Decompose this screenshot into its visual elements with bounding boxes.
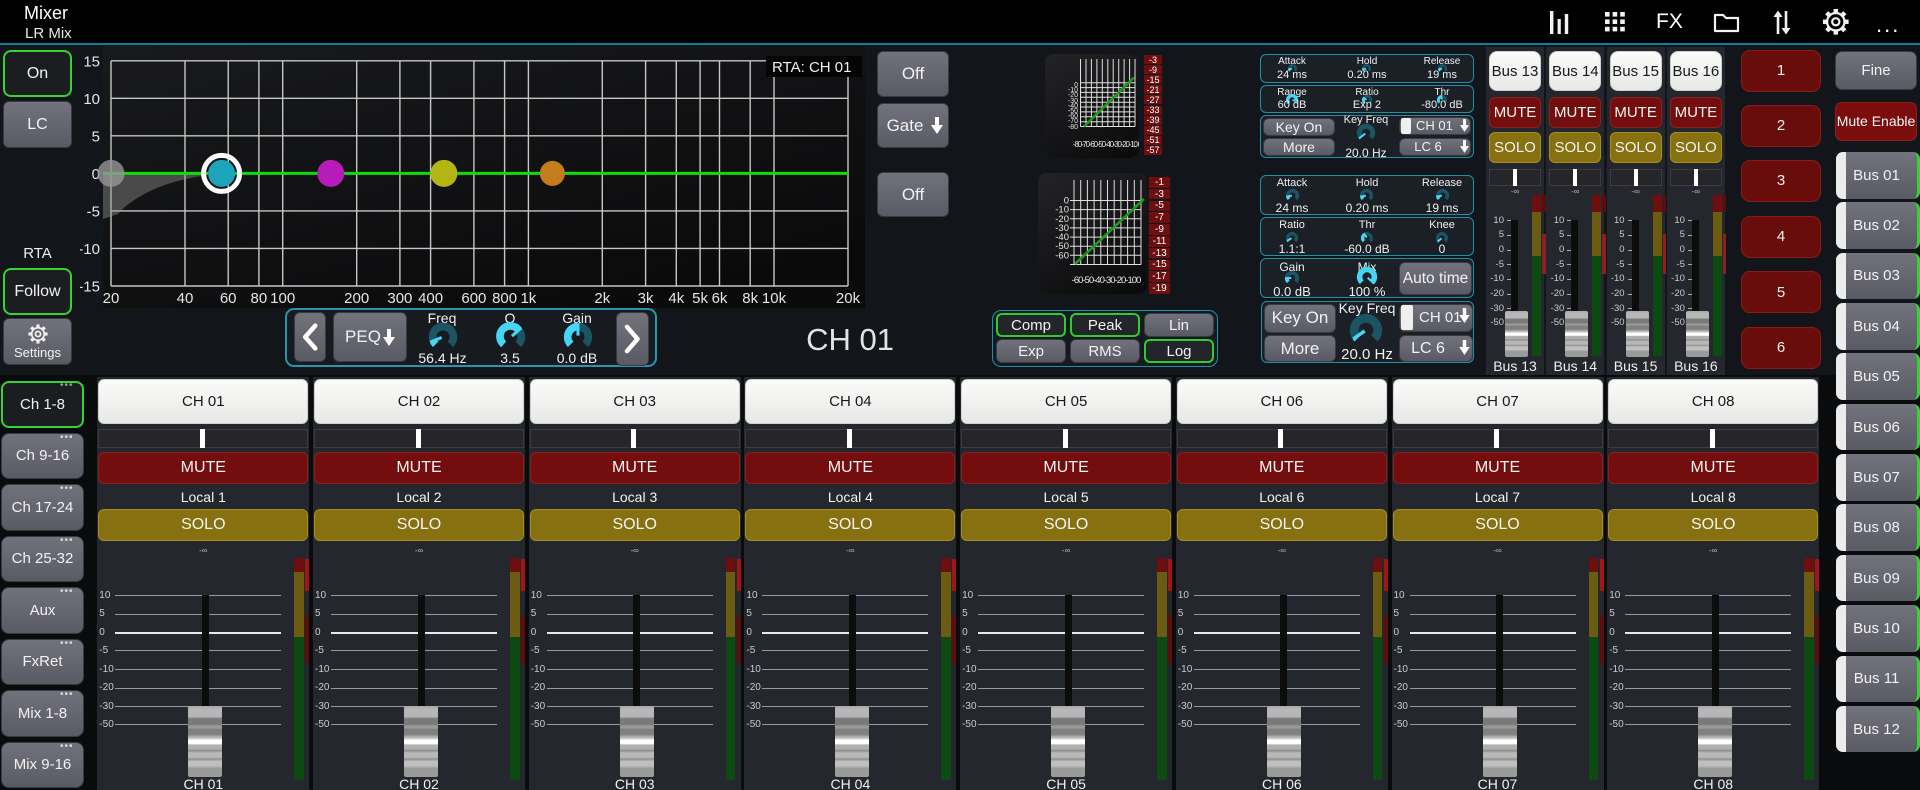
svg-text:300: 300	[387, 290, 412, 307]
svg-text:-60: -60	[1055, 250, 1069, 261]
svg-text:200: 200	[344, 290, 369, 307]
svg-text:20: 20	[103, 290, 120, 307]
svg-text:2k: 2k	[594, 290, 610, 307]
svg-text:10: 10	[83, 91, 100, 108]
svg-text:600: 600	[461, 290, 486, 307]
svg-text:10k: 10k	[762, 290, 787, 307]
svg-text:3k: 3k	[638, 290, 654, 307]
svg-text:-15: -15	[80, 279, 100, 296]
svg-text:-80: -80	[1068, 124, 1078, 131]
svg-text:RTA: CH 01: RTA: CH 01	[772, 59, 851, 76]
svg-text:5k: 5k	[692, 290, 708, 307]
svg-text:-5: -5	[87, 203, 100, 220]
svg-text:-60-50-40-30-20-100: -60-50-40-30-20-100	[1072, 275, 1141, 286]
svg-text:6k: 6k	[712, 290, 728, 307]
svg-text:800: 800	[492, 290, 517, 307]
svg-text:60: 60	[220, 290, 237, 307]
svg-text:40: 40	[177, 290, 194, 307]
svg-text:1k: 1k	[520, 290, 536, 307]
svg-text:400: 400	[418, 290, 443, 307]
svg-text:-80-70-60-50-40-30-20-10 0: -80-70-60-50-40-30-20-10 0	[1073, 140, 1139, 149]
svg-text:20k: 20k	[836, 290, 861, 307]
svg-text:15: 15	[83, 53, 100, 70]
svg-text:100: 100	[270, 290, 295, 307]
svg-text:80: 80	[251, 290, 268, 307]
svg-text:4k: 4k	[668, 290, 684, 307]
svg-text:5: 5	[92, 128, 100, 145]
svg-text:-10: -10	[80, 241, 100, 258]
svg-text:8k: 8k	[742, 290, 758, 307]
